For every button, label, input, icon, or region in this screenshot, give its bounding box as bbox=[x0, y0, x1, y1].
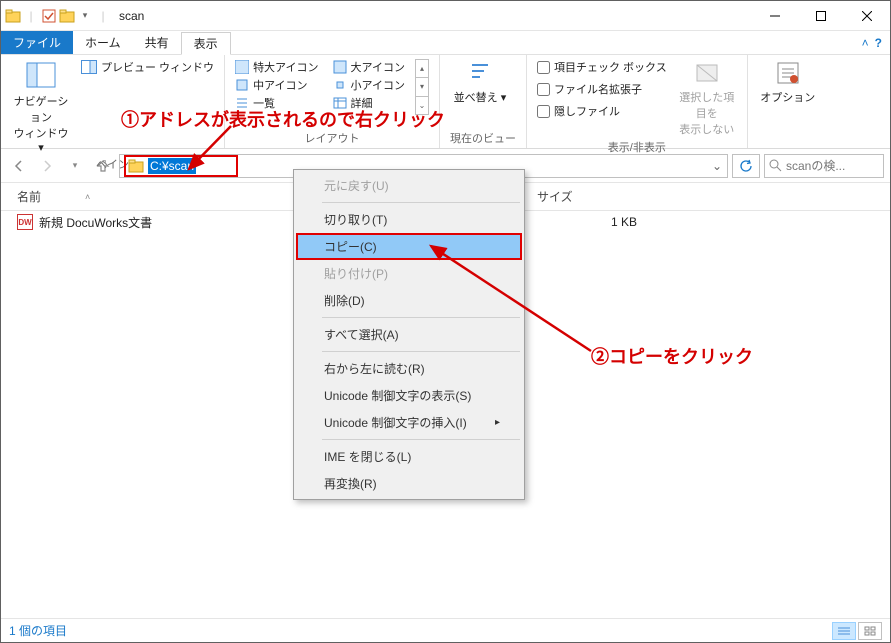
folder-icon bbox=[5, 8, 21, 24]
ctx-separator bbox=[322, 351, 520, 352]
ribbon-group-options: オプション bbox=[748, 55, 828, 148]
checkbox-hidden-files[interactable]: 隠しファイル bbox=[537, 103, 667, 119]
ribbon-group-label-currentview: 現在のビュー bbox=[450, 128, 516, 146]
ctx-separator bbox=[322, 317, 520, 318]
checkbox-file-extensions[interactable]: ファイル名拡張子 bbox=[537, 81, 667, 97]
ribbon-group-layout: 特大アイコン 大アイコン 中アイコン 小アイコン 一覧 詳細 ▴▾⌄ レイアウト bbox=[225, 55, 440, 148]
ctx-unicode-insert[interactable]: Unicode 制御文字の挿入(I)▸ bbox=[296, 409, 522, 436]
qat-separator: | bbox=[23, 8, 39, 24]
ribbon-group-pane: ナビゲーション ウィンドウ ▾ プレビュー ウィンドウ - ペイン bbox=[1, 55, 225, 148]
options-button[interactable]: オプション bbox=[758, 59, 818, 105]
forward-button[interactable] bbox=[35, 154, 59, 178]
ribbon-group-label-options bbox=[758, 144, 818, 146]
tab-view[interactable]: 表示 bbox=[181, 32, 231, 55]
file-name: 新規 DocuWorks文書 bbox=[39, 214, 152, 231]
back-button[interactable] bbox=[7, 154, 31, 178]
preview-pane-button[interactable]: プレビュー ウィンドウ bbox=[81, 59, 214, 75]
nav-pane-button[interactable]: ナビゲーション ウィンドウ ▾ bbox=[11, 59, 71, 154]
ctx-cut[interactable]: 切り取り(T) bbox=[296, 206, 522, 233]
ctx-paste[interactable]: 貼り付け(P) bbox=[296, 260, 522, 287]
properties-icon[interactable] bbox=[41, 8, 57, 24]
ctx-separator bbox=[322, 202, 520, 203]
docuworks-file-icon: DW bbox=[17, 214, 33, 230]
qat-dropdown-icon[interactable]: ▾ bbox=[77, 8, 93, 24]
maximize-button[interactable] bbox=[798, 1, 844, 31]
help-icon[interactable]: ? bbox=[875, 36, 882, 50]
context-menu: 元に戻す(U) 切り取り(T) コピー(C) 貼り付け(P) 削除(D) すべて… bbox=[293, 169, 525, 500]
search-icon bbox=[769, 159, 782, 172]
view-mode-details-button[interactable] bbox=[832, 622, 856, 640]
ctx-unicode-show[interactable]: Unicode 制御文字の表示(S) bbox=[296, 382, 522, 409]
ribbon-group-showhide: 項目チェック ボックス ファイル名拡張子 隠しファイル 選択した項目を 表示しな… bbox=[527, 55, 748, 148]
view-large-icons[interactable]: 大アイコン bbox=[333, 59, 405, 75]
view-extra-large-icons[interactable]: 特大アイコン bbox=[235, 59, 318, 75]
status-text: 1 個の項目 bbox=[9, 622, 67, 639]
titlebar: | ▾ | scan bbox=[1, 1, 890, 31]
view-details[interactable]: 詳細 bbox=[333, 95, 405, 111]
view-small-icons[interactable]: 小アイコン bbox=[333, 77, 405, 93]
close-button[interactable] bbox=[844, 1, 890, 31]
status-bar: 1 個の項目 bbox=[1, 618, 890, 642]
column-size[interactable]: サイズ bbox=[537, 188, 657, 205]
tab-share[interactable]: 共有 bbox=[133, 31, 181, 54]
file-size: 1 KB bbox=[537, 215, 657, 229]
quick-access-toolbar: | ▾ | scan bbox=[1, 8, 144, 24]
window-controls bbox=[752, 1, 890, 31]
ctx-rtl[interactable]: 右から左に読む(R) bbox=[296, 355, 522, 382]
address-text[interactable]: C:¥scan bbox=[148, 158, 196, 174]
ctx-copy[interactable]: コピー(C) bbox=[296, 233, 522, 260]
view-medium-icons[interactable]: 中アイコン bbox=[235, 77, 318, 93]
ribbon-collapse-area: ˄ ? bbox=[862, 31, 890, 54]
up-button[interactable] bbox=[91, 154, 115, 178]
layout-scroll[interactable]: ▴▾⌄ bbox=[415, 59, 429, 115]
refresh-button[interactable] bbox=[732, 154, 760, 178]
minimize-button[interactable] bbox=[752, 1, 798, 31]
ctx-delete[interactable]: 削除(D) bbox=[296, 287, 522, 314]
ctx-undo[interactable]: 元に戻す(U) bbox=[296, 172, 522, 199]
ribbon-group-label-showhide: 表示/非表示 bbox=[537, 137, 737, 155]
checkbox-item-checkboxes[interactable]: 項目チェック ボックス bbox=[537, 59, 667, 75]
chevron-right-icon: ▸ bbox=[495, 417, 500, 428]
ribbon-group-current-view: 並べ替え ▾ 現在のビュー bbox=[440, 55, 527, 148]
view-list[interactable]: 一覧 bbox=[235, 95, 318, 111]
recent-dropdown[interactable]: ▾ bbox=[63, 154, 87, 178]
folder-icon-2 bbox=[59, 8, 75, 24]
window-title: scan bbox=[119, 9, 144, 23]
ribbon-tabs: ファイル ホーム 共有 表示 ˄ ? bbox=[1, 31, 890, 55]
address-bar-highlight: C:¥scan bbox=[124, 155, 238, 177]
explorer-window: | ▾ | scan ファイル ホーム 共有 表示 ˄ ? bbox=[0, 0, 891, 643]
chevron-up-icon[interactable]: ˄ bbox=[862, 36, 869, 50]
sort-indicator-icon: ˄ bbox=[85, 192, 90, 202]
ribbon: ナビゲーション ウィンドウ ▾ プレビュー ウィンドウ - ペイン 特大アイコン bbox=[1, 55, 890, 149]
hide-selected-button[interactable]: 選択した項目を 表示しない bbox=[677, 59, 737, 137]
ctx-select-all[interactable]: すべて選択(A) bbox=[296, 321, 522, 348]
ctx-ime-close[interactable]: IME を閉じる(L) bbox=[296, 443, 522, 470]
search-box[interactable]: scanの検... bbox=[764, 154, 884, 178]
tab-home[interactable]: ホーム bbox=[73, 31, 133, 54]
folder-icon bbox=[128, 159, 144, 173]
ctx-reconvert[interactable]: 再変換(R) bbox=[296, 470, 522, 497]
view-mode-icons-button[interactable] bbox=[858, 622, 882, 640]
qat-separator-2: | bbox=[95, 8, 111, 24]
ribbon-group-label-layout: レイアウト bbox=[235, 128, 429, 146]
tab-file[interactable]: ファイル bbox=[1, 31, 73, 54]
sort-by-button[interactable]: 並べ替え ▾ bbox=[450, 59, 510, 105]
address-dropdown[interactable]: ⌄ bbox=[707, 159, 727, 173]
ctx-separator bbox=[322, 439, 520, 440]
search-placeholder: scanの検... bbox=[786, 157, 845, 174]
